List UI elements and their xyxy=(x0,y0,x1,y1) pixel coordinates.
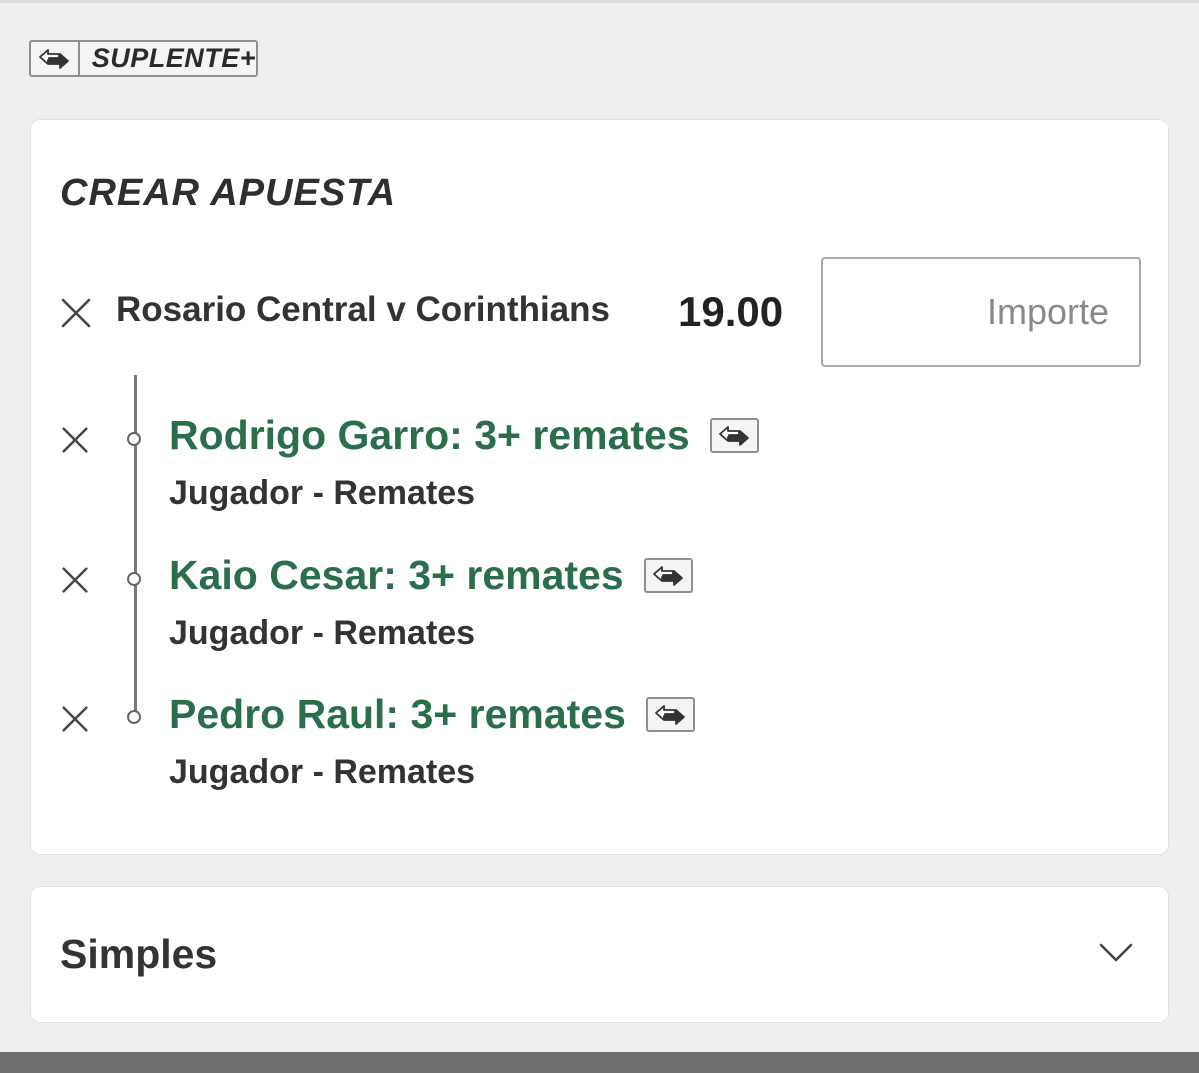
bet-builder-title: CREAR APUESTA xyxy=(60,172,397,214)
event-name: Rosario Central v Corinthians xyxy=(116,290,610,329)
stake-input[interactable] xyxy=(821,257,1141,367)
simples-section[interactable]: Simples xyxy=(30,886,1169,1023)
selection-market: Jugador - Remates xyxy=(169,474,476,512)
timeline-node xyxy=(127,710,141,724)
bet-builder-card: CREAR APUESTA Rosario Central v Corinthi… xyxy=(30,119,1169,855)
selection-title-text: Rodrigo Garro: 3+ remates xyxy=(169,412,690,458)
substitute-swap-icon[interactable] xyxy=(709,418,759,453)
substitute-swap-icon xyxy=(31,42,80,75)
selection-market: Jugador - Remates xyxy=(169,753,476,791)
substitute-plus-label: SUPLENTE+ xyxy=(91,43,256,73)
selection-connector-line xyxy=(134,375,137,717)
timeline-node xyxy=(127,572,141,586)
selection-market: Jugador - Remates xyxy=(169,614,476,652)
top-divider xyxy=(0,0,1199,3)
bottom-bar xyxy=(0,1052,1199,1073)
close-icon[interactable] xyxy=(61,705,89,733)
close-icon[interactable] xyxy=(61,566,89,594)
selection-title: Kaio Cesar: 3+ remates xyxy=(169,552,693,599)
substitute-plus-badge[interactable]: SUPLENTE+ xyxy=(29,40,258,77)
close-icon[interactable] xyxy=(60,297,92,329)
selection-title: Pedro Raul: 3+ remates xyxy=(169,691,695,738)
selection-title-text: Pedro Raul: 3+ remates xyxy=(169,691,626,737)
combined-odds: 19.00 xyxy=(678,288,784,335)
selection-title-text: Kaio Cesar: 3+ remates xyxy=(169,552,624,598)
selection-title: Rodrigo Garro: 3+ remates xyxy=(169,412,759,459)
timeline-node xyxy=(127,432,141,446)
close-icon[interactable] xyxy=(61,426,89,454)
substitute-swap-icon[interactable] xyxy=(643,558,693,593)
substitute-swap-icon[interactable] xyxy=(645,697,695,732)
chevron-down-icon[interactable] xyxy=(1098,941,1134,965)
simples-label: Simples xyxy=(60,931,218,977)
